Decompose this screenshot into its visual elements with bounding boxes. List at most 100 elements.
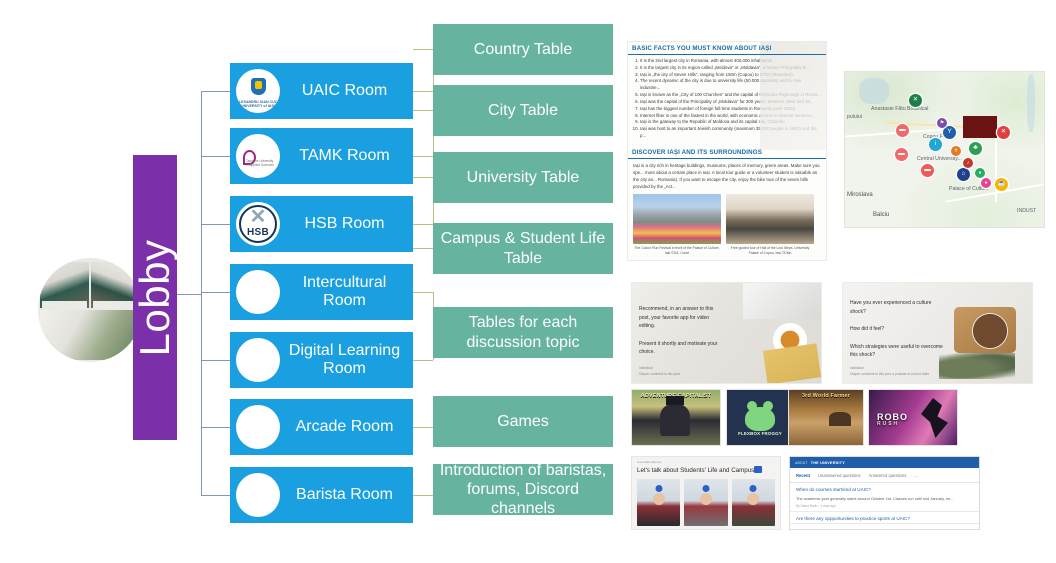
connector-country-in [413, 49, 433, 50]
game-robo-rush[interactable]: ROBO RUSH [869, 390, 957, 445]
iasi-points-of-interest-map[interactable]: pulului Anastasie Fătu Botanical Copou P… [845, 72, 1044, 227]
node-digital-learning-room[interactable]: Digital Learning Room [230, 332, 413, 388]
document-heading-discover: DISCOVER IAȘI AND ITS SURROUNDINGS [628, 146, 826, 159]
shopping-pin-icon[interactable]: ▬ [896, 124, 909, 137]
bar-pin-icon[interactable]: Y [943, 126, 956, 139]
faq-tab-answered[interactable]: Answered questions [869, 473, 907, 478]
connector-digital-out [413, 360, 433, 361]
document-photo-caption: The Colour Run Festival in front of the … [634, 246, 720, 256]
game-title-sub: RUSH [877, 421, 900, 428]
coffee-cup-photo [972, 313, 1008, 349]
node-lobby[interactable]: Lobby [131, 155, 178, 440]
post-line: Present it shortly and motivate your cho… [639, 340, 718, 356]
node-campus-table[interactable]: Campus & Student Life Table [433, 223, 613, 274]
game-adventure-capitalist[interactable]: ADVENTURE CAPITALIST [632, 390, 720, 445]
students-life-post[interactable]: Ana-Maria Barnea Let's talk about Studen… [632, 457, 780, 529]
hsb-logo-text: HSB [246, 227, 269, 238]
node-country-table[interactable]: Country Table [433, 24, 613, 75]
students-post-author: Ana-Maria Barnea [637, 460, 662, 464]
node-digital-learning-room-label: Digital Learning Room [288, 341, 401, 377]
shopping-pin-icon[interactable]: ▬ [921, 164, 934, 177]
theatre-pin-icon[interactable]: ♪ [963, 158, 973, 168]
video-badge-icon [754, 466, 762, 473]
connector-campus-in [413, 248, 433, 249]
slide-canvas: Lobby ALEXANDRU IOAN CUZA UNIVERSITY of I… [0, 0, 1056, 563]
map-label: Central University... [917, 156, 962, 162]
node-university-table[interactable]: University Table [433, 152, 613, 203]
keyboard-photo [743, 283, 821, 319]
info-pin-icon[interactable]: i [929, 138, 942, 151]
hotel-pin-icon[interactable]: ⚑ [937, 118, 947, 128]
restaurant-pin-icon[interactable]: ✕ [997, 126, 1010, 139]
document-caption-row: The Colour Run Festival in front of the … [628, 244, 826, 256]
document-photo-caption: Free guided tour of Hall of the Lost Ste… [730, 246, 810, 256]
barista-photo-icon [236, 473, 280, 517]
station-pin-icon[interactable]: ● [981, 178, 991, 188]
restaurant-pin-icon[interactable]: ✕ [909, 94, 922, 107]
faq-tab-recent[interactable]: Recent [796, 473, 810, 478]
tamk-logo-icon: Tampere University of Applied Sciences [236, 134, 280, 178]
map-label: pulului [847, 114, 862, 120]
faq-about-the-university[interactable]: ABOUT THE UNIVERSITY Recent Unanswered q… [790, 457, 979, 529]
node-baristas-table[interactable]: Introduction of baristas, forums, Discor… [433, 462, 613, 517]
intercultural-photo-icon [236, 270, 280, 314]
node-lobby-label: Lobby [131, 239, 178, 356]
student-video-tile[interactable] [637, 479, 681, 526]
robot-runner-art [921, 398, 948, 438]
digital-learning-photo-icon [236, 338, 280, 382]
lobby-photo-tile-3 [40, 310, 140, 360]
faq-tab-more[interactable]: … [914, 473, 918, 478]
node-hsb-room[interactable]: ✕ HSB HSB Room [230, 196, 413, 252]
park-pin-icon[interactable]: ♣ [969, 142, 982, 155]
node-university-table-label: University Table [466, 168, 580, 186]
game-flexbox-froggy[interactable]: FLEXBOX FROGGY [727, 390, 793, 445]
node-baristas-table-label: Introduction of baristas, forums, Discor… [439, 461, 607, 518]
node-arcade-room[interactable]: Arcade Room [230, 399, 413, 455]
arcade-photo-icon [236, 405, 280, 449]
node-intercultural-room[interactable]: Intercultural Room [230, 264, 413, 320]
node-tamk-room[interactable]: Tampere University of Applied Sciences TA… [230, 128, 413, 184]
student-video-tile[interactable] [684, 479, 728, 526]
faq-question-text: When do courses start/end at UAIC? [796, 487, 871, 492]
faq-title: THE UNIVERSITY [810, 460, 845, 465]
students-video-tiles [637, 479, 775, 526]
post-culture-shock[interactable]: Have you ever experienced a culture shoc… [843, 283, 1032, 383]
faq-question-item[interactable]: When do courses start/end at UAIC? The a… [790, 483, 979, 512]
connector-to-tamk [201, 156, 230, 157]
faq-question-item[interactable]: Are there any oppportunities to practice… [790, 512, 979, 524]
shopping-pin-icon[interactable]: ▬ [895, 148, 908, 161]
connector-university-in [413, 177, 433, 178]
connector-lobby-stub [177, 294, 201, 295]
map-label: INDUST [1017, 208, 1037, 214]
node-games-table[interactable]: Games [433, 396, 613, 447]
node-city-table[interactable]: City Table [433, 85, 613, 136]
cafe-pin-icon[interactable]: ☕ [995, 178, 1008, 191]
node-uaic-room-label: UAIC Room [301, 81, 388, 99]
avatar [699, 493, 712, 506]
node-uaic-room[interactable]: ALEXANDRU IOAN CUZA UNIVERSITY of IAȘI UA… [230, 63, 413, 119]
document-photo-watermark [760, 42, 826, 150]
faq-tab-unanswered[interactable]: Unanswered questions [818, 473, 861, 478]
connector-city-in [413, 110, 433, 111]
lobby-photo [38, 258, 142, 362]
node-games-table-label: Games [497, 412, 549, 430]
post-line: Which strategies were useful to overcome… [850, 343, 943, 359]
market-pin-icon[interactable]: ● [975, 168, 985, 178]
uaic-logo-icon: ALEXANDRU IOAN CUZA UNIVERSITY of IAȘI [236, 69, 280, 113]
church-pin-icon[interactable]: ✝ [951, 146, 961, 156]
node-topics-table[interactable]: Tables for each discussion topic [433, 307, 613, 358]
uaic-logo-caption: ALEXANDRU IOAN CUZA UNIVERSITY of IAȘI [236, 99, 280, 108]
connector-uaic-out [413, 91, 433, 92]
game-third-world-farmer[interactable]: 3rd World Farmer [789, 390, 863, 445]
document-heading-basic-facts: BASIC FACTS YOU MUST KNOW ABOUT IAȘI [628, 42, 826, 55]
iasi-facts-document[interactable]: BASIC FACTS YOU MUST KNOW ABOUT IAȘI It … [628, 42, 826, 260]
museum-pin-icon[interactable]: ⌂ [957, 168, 970, 181]
connector-to-arcade [201, 427, 230, 428]
avatar [747, 493, 760, 506]
faq-kicker: ABOUT [795, 460, 808, 465]
student-video-tile[interactable] [731, 479, 775, 526]
faq-question-text: Are there any oppportunities to practice… [796, 515, 910, 521]
node-barista-room[interactable]: Barista Room [230, 467, 413, 523]
faq-header: ABOUT THE UNIVERSITY [790, 457, 979, 468]
post-video-editing[interactable]: Recommend, in an answer to this post, yo… [632, 283, 821, 383]
